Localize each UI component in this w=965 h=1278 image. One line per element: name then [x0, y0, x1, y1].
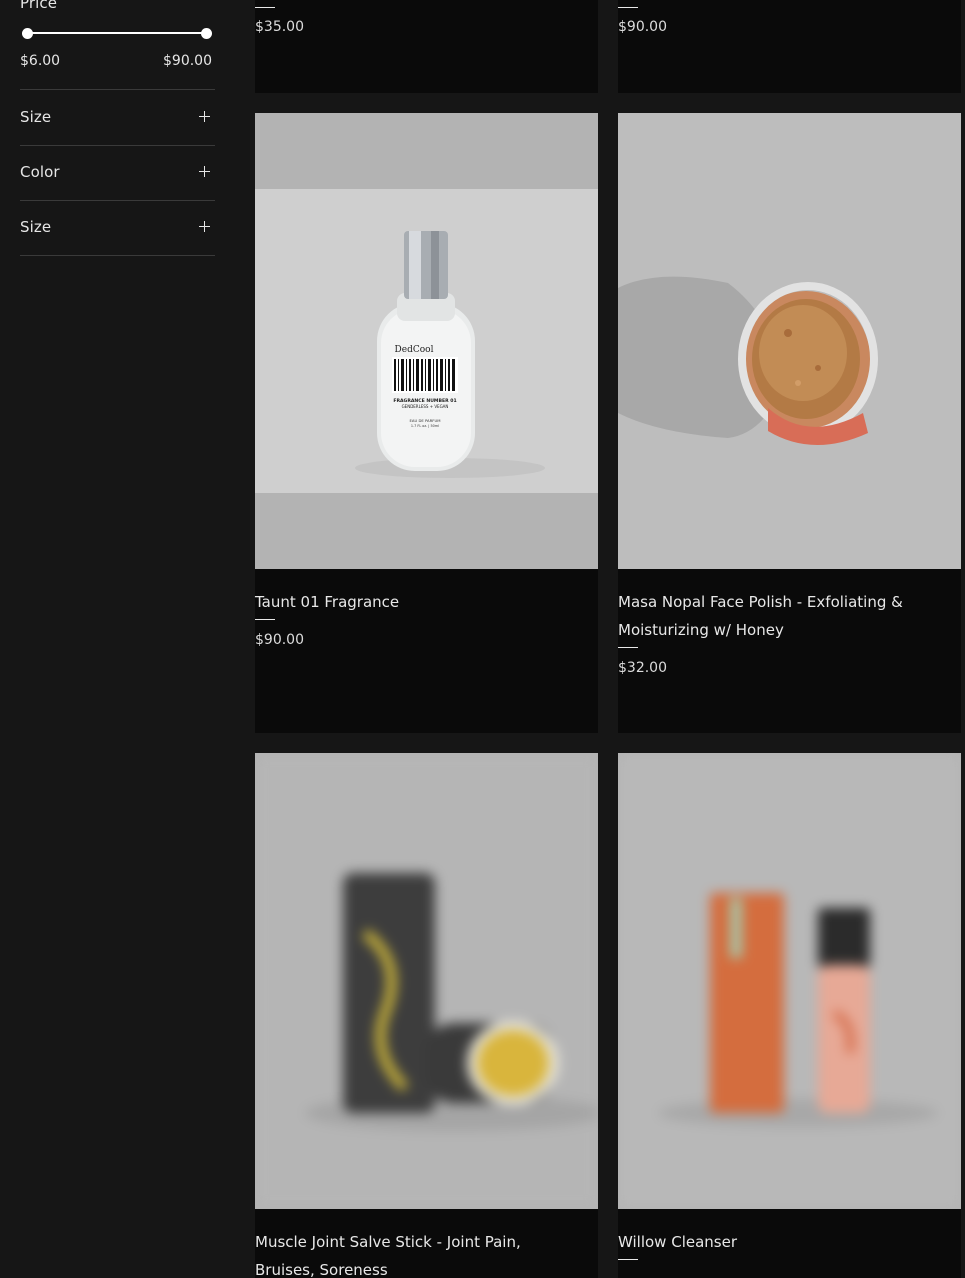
product-card[interactable]: $35.00	[255, 0, 598, 93]
price-filter-title[interactable]: Price	[20, 0, 57, 12]
price-slider-max-handle[interactable]	[201, 28, 212, 39]
product-card-salve[interactable]: Muscle Joint Salve Stick - Joint Pain, B…	[255, 753, 598, 1278]
product-image-salve-stick[interactable]	[255, 753, 598, 1209]
product-card-masa[interactable]: Masa Nopal Face Polish - Exfoliating & M…	[618, 113, 961, 733]
price-divider	[618, 1259, 638, 1260]
color-filter-title: Color	[20, 163, 60, 181]
size-filter-title: Size	[20, 218, 52, 236]
product-price: $90.00	[255, 632, 304, 648]
bottle-label-line4: 1.7 FL oz. | 50ml	[411, 424, 439, 428]
product-price: $35.00	[255, 19, 304, 35]
size-filter-title: Size	[20, 108, 52, 126]
bottle-label-line3: EAU DE PARFUM	[409, 418, 440, 423]
product-price: $32.00	[618, 660, 667, 676]
price-divider	[255, 7, 275, 8]
collapse-minus-icon[interactable]	[199, 0, 211, 6]
product-image-face-polish[interactable]	[618, 113, 961, 569]
expand-plus-icon[interactable]	[199, 166, 211, 178]
price-divider	[618, 7, 638, 8]
product-card[interactable]: $90.00	[618, 0, 961, 93]
price-divider	[255, 619, 275, 620]
product-image-fragrance[interactable]: DedCool FRAGRANCE NUMBER 01 GENDERLESS +…	[255, 113, 598, 569]
price-divider	[618, 647, 638, 648]
product-image-cleanser[interactable]	[618, 753, 961, 1209]
expand-plus-icon[interactable]	[199, 221, 211, 233]
price-slider-min-handle[interactable]	[22, 28, 33, 39]
product-name[interactable]: Willow Cleanser	[618, 1228, 948, 1256]
size-filter[interactable]: Size	[20, 90, 215, 146]
expand-plus-icon[interactable]	[199, 111, 211, 123]
product-name[interactable]: Muscle Joint Salve Stick - Joint Pain, B…	[255, 1228, 585, 1278]
shop-page: Price $6.00 $90.00 Size Color Size $35.0…	[0, 0, 965, 1278]
bottle-label-line2: GENDERLESS + VEGAN	[402, 404, 449, 409]
bottle-brand-text: DedCool	[395, 345, 434, 355]
product-price: $90.00	[618, 19, 667, 35]
product-name[interactable]: Taunt 01 Fragrance	[255, 588, 585, 616]
product-name[interactable]: Masa Nopal Face Polish - Exfoliating & M…	[618, 588, 948, 644]
size-filter-2[interactable]: Size	[20, 200, 215, 256]
price-min-label: $6.00	[20, 53, 61, 69]
product-card-taunt[interactable]: DedCool FRAGRANCE NUMBER 01 GENDERLESS +…	[255, 113, 598, 733]
color-filter[interactable]: Color	[20, 145, 215, 201]
price-max-label: $90.00	[163, 53, 212, 69]
price-slider-fill	[26, 32, 207, 34]
price-slider-track[interactable]	[26, 32, 207, 34]
price-filter: Price $6.00 $90.00	[20, 0, 215, 90]
product-card-willow[interactable]: Willow Cleanser	[618, 753, 961, 1278]
